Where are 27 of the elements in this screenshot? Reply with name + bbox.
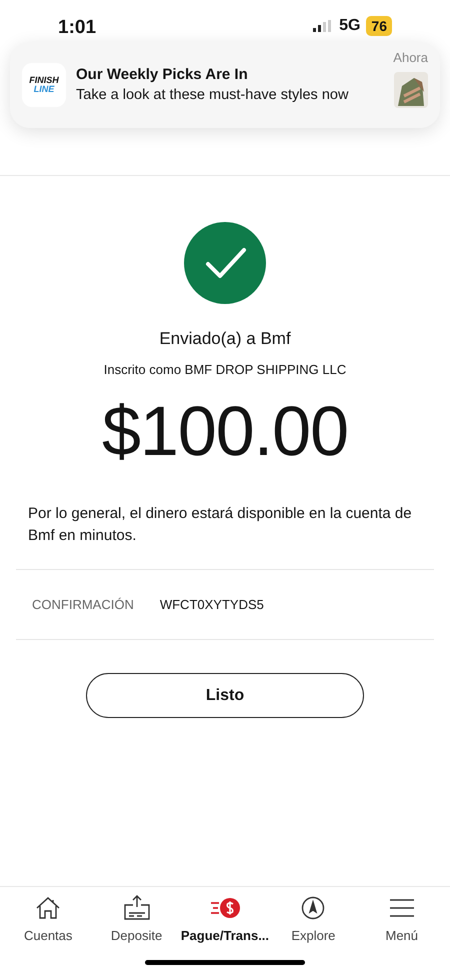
detail-value: WFCT0XYTYDS5	[160, 596, 264, 614]
menu-icon	[388, 898, 415, 918]
home-icon	[35, 896, 62, 920]
nav-tab[interactable]: Explore	[270, 895, 356, 946]
app-logo: FINISH LINE	[22, 63, 66, 107]
send-money-icon	[208, 896, 241, 920]
recipient-text: Enviado(a) a Bmf	[159, 328, 291, 350]
status-time: 1:01	[58, 16, 96, 40]
notification-time: Ahora	[393, 49, 428, 67]
notification-body: Take a look at these must-have styles now	[76, 86, 350, 105]
detail-label: CONFIRMACIÓN	[32, 596, 134, 614]
nav-tab[interactable]: Deposite	[94, 895, 180, 946]
done-button[interactable]: Listo	[86, 673, 364, 718]
battery-level: 76	[366, 16, 392, 36]
notification-title: Our Weekly Picks Are In	[76, 65, 249, 85]
notification-banner[interactable]: FINISH LINE Our Weekly Picks Are In Take a look at these must-have styles now Ahora	[10, 42, 440, 128]
nav-tab[interactable]: Menú	[358, 895, 445, 946]
enrolled-text: Inscrito como BMF DROP SHIPPING LLC	[104, 360, 346, 378]
checkmark-icon	[184, 222, 266, 304]
availability-message: Por lo general, el dinero estará disponible en la cuenta de Bmf en minutos.	[27, 504, 413, 546]
network-label: 5G	[339, 16, 360, 36]
signal-icon	[313, 20, 334, 32]
deposit-icon	[124, 895, 150, 921]
nav-tab[interactable]: Pague/Trans...	[182, 895, 268, 946]
compass-icon	[301, 896, 326, 920]
nav-tab[interactable]: Cuentas	[5, 895, 92, 946]
amount: $100.00	[102, 391, 348, 472]
